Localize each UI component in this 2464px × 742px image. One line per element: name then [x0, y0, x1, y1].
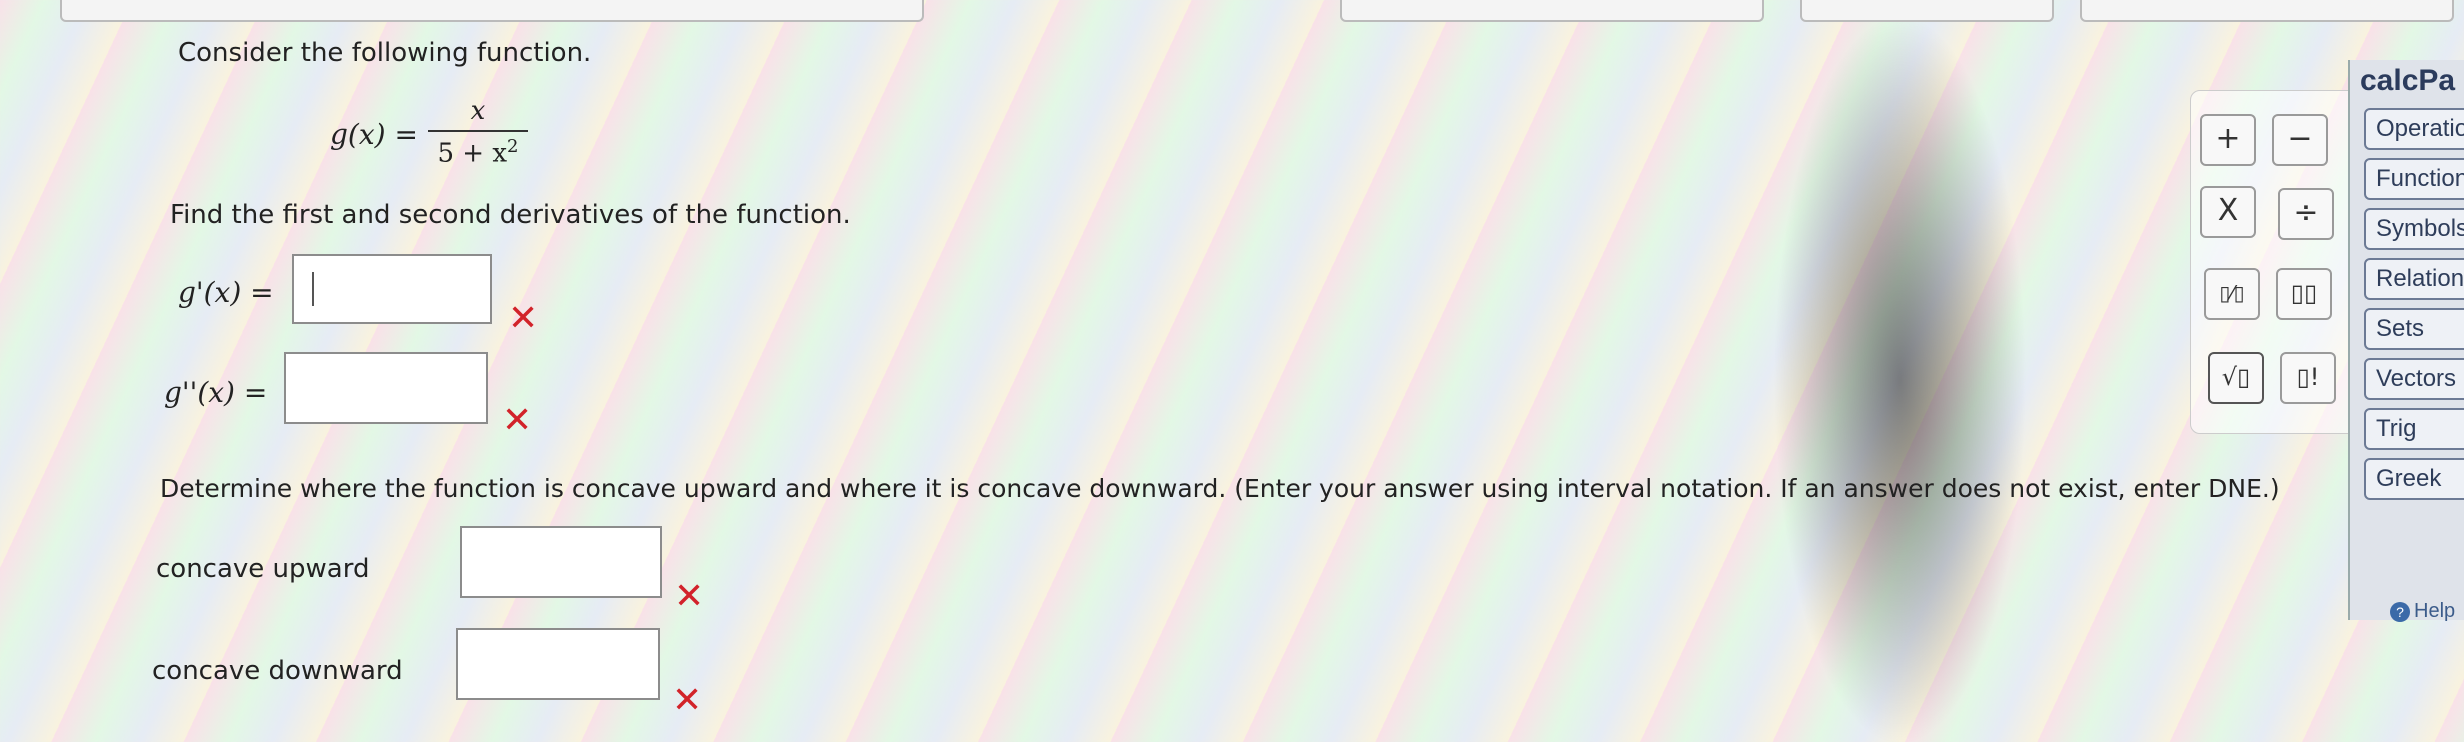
fraction-numerator: x [470, 96, 486, 126]
menu-symbols[interactable]: Symbols [2364, 208, 2464, 250]
menu-functions[interactable]: Function [2364, 158, 2464, 200]
menu-relations[interactable]: Relation [2364, 258, 2464, 300]
first-derivative-wrong-icon: ✕ [508, 298, 539, 339]
top-tab-segment [1340, 0, 1764, 22]
fraction-denominator: 5 + x2 [428, 136, 528, 169]
denominator-base: 5 + x [437, 138, 508, 169]
concave-down-input[interactable] [456, 628, 660, 700]
function-fraction: x 5 + x2 [428, 96, 528, 169]
plus-button[interactable]: + [2200, 114, 2256, 166]
factorial-button[interactable]: ▯! [2280, 352, 2336, 404]
help-icon: ? [2390, 602, 2410, 622]
fraction-button[interactable]: ▯⁄▯ [2204, 268, 2260, 320]
menu-trig[interactable]: Trig [2364, 408, 2464, 450]
divide-button[interactable]: ÷ [2278, 188, 2334, 240]
menu-sets[interactable]: Sets [2364, 308, 2464, 350]
power-button[interactable]: ▯▯ [2276, 268, 2332, 320]
times-button[interactable]: X [2200, 186, 2256, 238]
first-derivative-label: g'(x) = [178, 276, 274, 309]
second-derivative-wrong-icon: ✕ [502, 400, 533, 441]
top-tab-segment [2080, 0, 2454, 22]
menu-greek[interactable]: Greek [2364, 458, 2464, 500]
concavity-prompt: Determine where the function is concave … [160, 474, 2280, 503]
sqrt-button[interactable]: √▯ [2208, 352, 2264, 404]
function-lhs: g(x) = [330, 118, 418, 151]
concave-up-wrong-icon: ✕ [674, 576, 705, 617]
second-derivative-label: g''(x) = [164, 376, 268, 409]
top-tab-segment [60, 0, 924, 22]
menu-vectors[interactable]: Vectors [2364, 358, 2464, 400]
denominator-exponent: 2 [507, 136, 519, 157]
text-cursor [312, 272, 314, 306]
calcpad-title: calcPa [2360, 64, 2456, 97]
fraction-bar [428, 130, 528, 132]
derivatives-prompt: Find the first and second derivatives of… [170, 200, 851, 230]
menu-operations[interactable]: Operatio [2364, 108, 2464, 150]
concave-down-wrong-icon: ✕ [672, 680, 703, 721]
concave-up-label: concave upward [156, 554, 370, 584]
problem-intro: Consider the following function. [178, 38, 592, 68]
concave-up-input[interactable] [460, 526, 662, 598]
minus-button[interactable]: − [2272, 114, 2328, 166]
help-link[interactable]: ? Help [2390, 600, 2455, 623]
first-derivative-input[interactable] [292, 254, 492, 324]
help-label: Help [2414, 600, 2456, 622]
top-tab-segment [1800, 0, 2054, 22]
second-derivative-input[interactable] [284, 352, 488, 424]
top-tab-bar [0, 0, 2464, 30]
concave-down-label: concave downward [152, 656, 403, 686]
